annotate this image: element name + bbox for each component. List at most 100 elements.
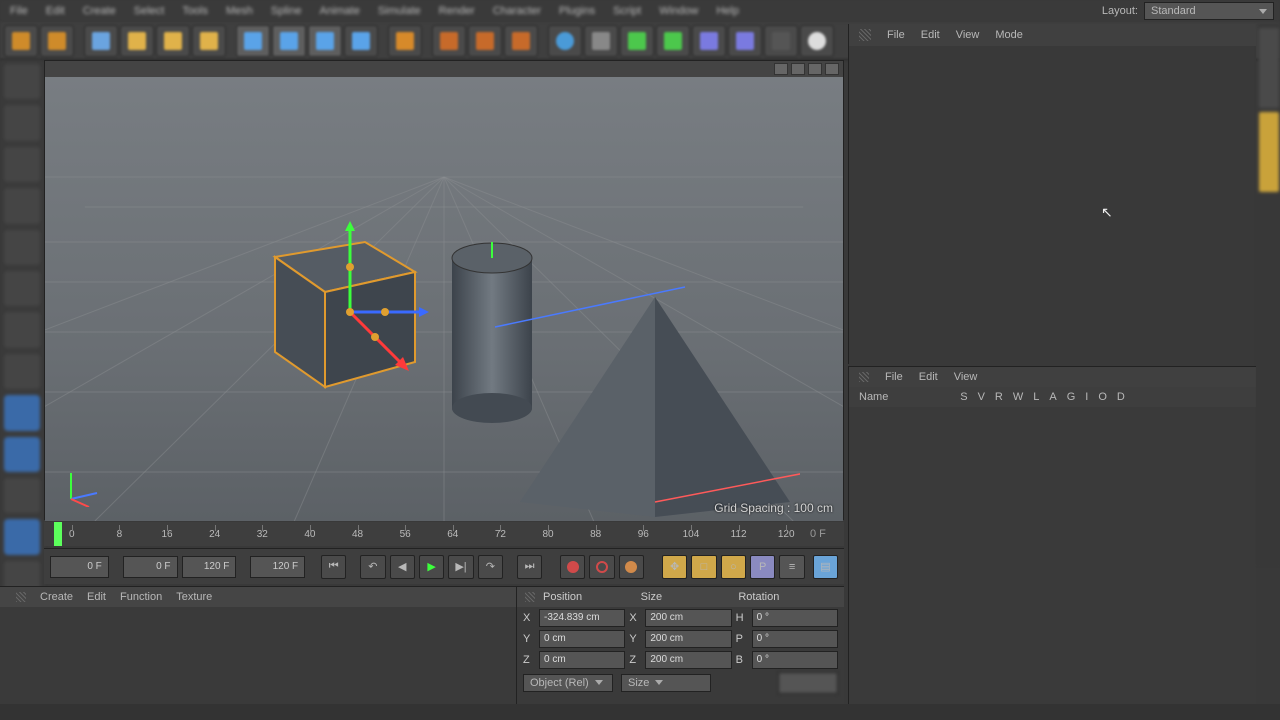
right-tab-2[interactable] <box>1259 112 1279 192</box>
viewport-toggle-icon[interactable] <box>825 63 839 75</box>
rotate-button[interactable] <box>192 25 226 57</box>
menu-character[interactable]: Character <box>493 5 541 17</box>
flag-o[interactable]: O <box>1098 391 1107 403</box>
pos-z-field[interactable]: 0 cm <box>539 651 625 669</box>
viewport-dolly-icon[interactable] <box>791 63 805 75</box>
frame-end-field[interactable]: 120 F <box>250 556 305 578</box>
step-fwd-button[interactable]: ▶| <box>448 555 473 579</box>
add-light-button[interactable] <box>800 25 834 57</box>
pos-x-field[interactable]: -324.839 cm <box>539 609 625 627</box>
size-mode-dropdown[interactable]: Size <box>621 674 711 692</box>
rot-h-field[interactable]: 0 ° <box>752 609 838 627</box>
menu-spline[interactable]: Spline <box>271 5 302 17</box>
add-generator-button[interactable] <box>620 25 654 57</box>
right-tab-1[interactable] <box>1259 28 1279 108</box>
mode-polygon[interactable] <box>4 354 40 389</box>
menu-simulate[interactable]: Simulate <box>378 5 421 17</box>
menu-render[interactable]: Render <box>439 5 475 17</box>
add-spline-button[interactable] <box>584 25 618 57</box>
keyframe-sel-button[interactable] <box>619 555 644 579</box>
size-y-field[interactable]: 200 cm <box>645 630 731 648</box>
redo-button[interactable] <box>40 25 74 57</box>
menu-create[interactable]: Create <box>83 5 116 17</box>
render-region-button[interactable] <box>432 25 466 57</box>
goto-start-button[interactable]: ⏮ <box>321 555 346 579</box>
size-z-field[interactable]: 200 cm <box>645 651 731 669</box>
mode-snap[interactable] <box>4 478 40 513</box>
menu-help[interactable]: Help <box>716 5 739 17</box>
menu-edit[interactable]: Edit <box>46 5 65 17</box>
coord-system-button[interactable] <box>344 25 378 57</box>
flag-d[interactable]: D <box>1117 391 1125 403</box>
coord-mode-dropdown[interactable]: Object (Rel) <box>523 674 613 692</box>
render-view-button[interactable] <box>388 25 422 57</box>
render-settings-button[interactable] <box>468 25 502 57</box>
flag-v[interactable]: V <box>978 391 985 403</box>
frame-range-end-field[interactable]: 120 F <box>182 556 237 578</box>
menu-plugins[interactable]: Plugins <box>559 5 595 17</box>
mode-texture[interactable] <box>4 105 40 140</box>
key-rot-button[interactable]: ○ <box>721 555 746 579</box>
flag-r[interactable]: R <box>995 391 1003 403</box>
rot-p-field[interactable]: 0 ° <box>752 630 838 648</box>
live-select-button[interactable] <box>84 25 118 57</box>
menu-script[interactable]: Script <box>613 5 641 17</box>
key-param-button[interactable]: P <box>750 555 775 579</box>
record-button[interactable] <box>560 555 585 579</box>
frame-current-field[interactable]: 0 F <box>123 556 178 578</box>
mode-enable-axis[interactable] <box>4 395 40 430</box>
grip-icon[interactable] <box>859 29 871 41</box>
om-view[interactable]: View <box>956 29 980 41</box>
layout-dropdown[interactable]: Standard <box>1144 2 1274 20</box>
move-button[interactable] <box>120 25 154 57</box>
step-back-loop-button[interactable]: ↶ <box>360 555 385 579</box>
main-menubar[interactable]: File Edit Create Select Tools Mesh Splin… <box>0 0 1280 22</box>
timeline-ruler[interactable]: 0 8 16 24 32 40 48 56 64 72 80 88 96 104… <box>44 522 844 546</box>
add-floor-button[interactable] <box>728 25 762 57</box>
grip-icon[interactable] <box>16 592 26 602</box>
flag-w[interactable]: W <box>1013 391 1023 403</box>
undo-button[interactable] <box>4 25 38 57</box>
tab-create[interactable]: Create <box>40 591 73 603</box>
goto-end-button[interactable]: ⏭ <box>517 555 542 579</box>
mode-edge[interactable] <box>4 312 40 347</box>
axis-z-button[interactable] <box>308 25 342 57</box>
flag-l[interactable]: L <box>1033 391 1039 403</box>
pos-y-field[interactable]: 0 cm <box>539 630 625 648</box>
om-mode[interactable]: Mode <box>995 29 1023 41</box>
add-environment-button[interactable] <box>692 25 726 57</box>
object-manager-body[interactable]: ↖ <box>849 46 1256 364</box>
tab-function[interactable]: Function <box>120 591 162 603</box>
frame-start-field[interactable]: 0 F <box>50 556 109 578</box>
grip-icon[interactable] <box>859 372 869 382</box>
key-pos-button[interactable]: ✥ <box>662 555 687 579</box>
rot-b-field[interactable]: 0 ° <box>752 651 838 669</box>
axis-x-button[interactable] <box>236 25 270 57</box>
mode-viewport[interactable] <box>4 437 40 472</box>
menu-mesh[interactable]: Mesh <box>226 5 253 17</box>
flag-i[interactable]: I <box>1085 391 1088 403</box>
flag-s[interactable]: S <box>960 391 967 403</box>
menu-window[interactable]: Window <box>659 5 698 17</box>
mode-model[interactable] <box>4 64 40 99</box>
am-file[interactable]: File <box>885 371 903 383</box>
tab-edit[interactable]: Edit <box>87 591 106 603</box>
om-file[interactable]: File <box>887 29 905 41</box>
mode-point[interactable] <box>4 271 40 306</box>
play-button[interactable]: ▶ <box>419 555 444 579</box>
mode-object[interactable] <box>4 188 40 223</box>
add-camera-button[interactable] <box>764 25 798 57</box>
am-view[interactable]: View <box>954 371 978 383</box>
flag-a[interactable]: A <box>1049 391 1056 403</box>
step-fwd-loop-button[interactable]: ↷ <box>478 555 503 579</box>
menu-select[interactable]: Select <box>134 5 165 17</box>
tab-texture[interactable]: Texture <box>176 591 212 603</box>
am-edit[interactable]: Edit <box>919 371 938 383</box>
om-edit[interactable]: Edit <box>921 29 940 41</box>
add-primitive-button[interactable] <box>548 25 582 57</box>
autokey-button[interactable] <box>589 555 614 579</box>
scale-button[interactable] <box>156 25 190 57</box>
menu-tools[interactable]: Tools <box>182 5 208 17</box>
viewport-orbit-icon[interactable] <box>808 63 822 75</box>
timeline-options-button[interactable]: ▤ <box>813 555 838 579</box>
